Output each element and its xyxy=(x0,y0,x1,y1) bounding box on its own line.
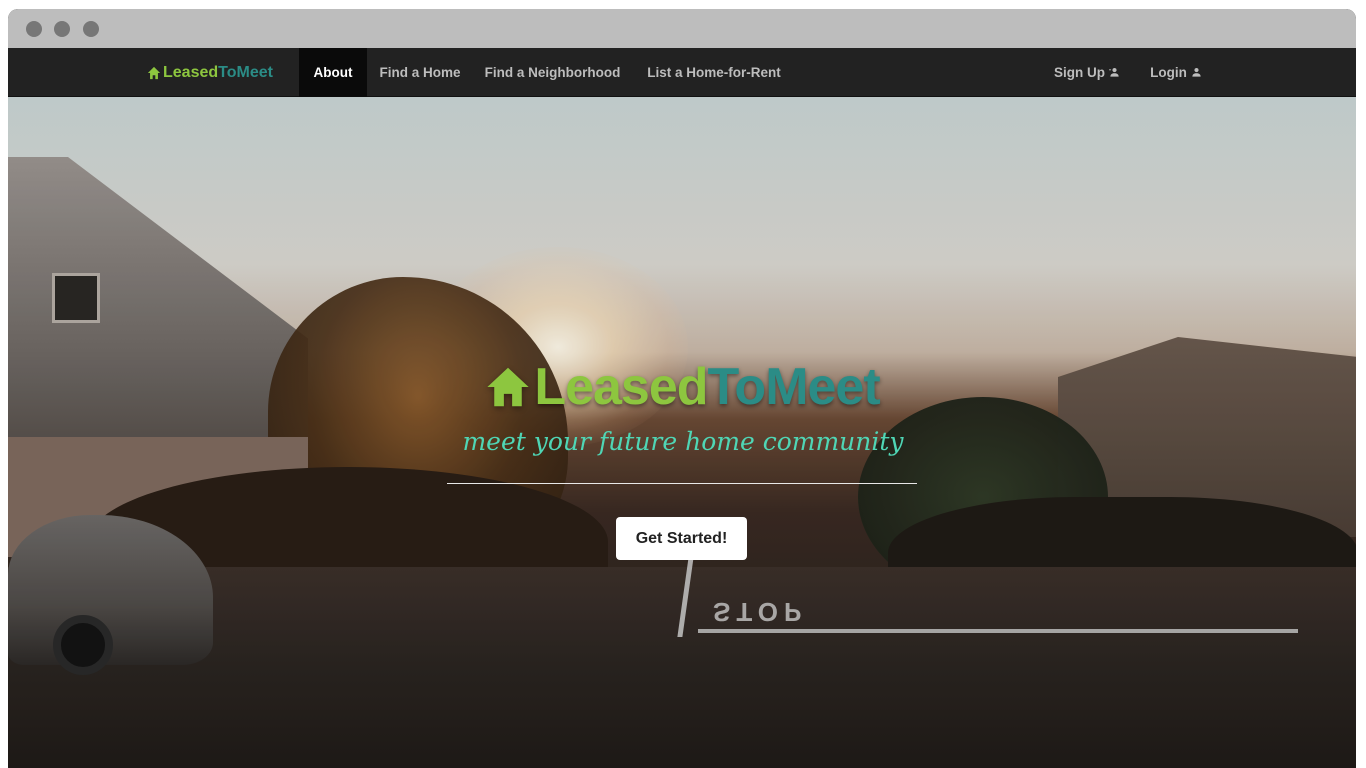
top-navbar: Leased ToMeet About Find a Home Find a Ne… xyxy=(8,48,1356,97)
home-icon xyxy=(487,367,529,407)
get-started-button[interactable]: Get Started! xyxy=(616,517,747,560)
hero-logo-tomeet: ToMeet xyxy=(707,358,881,416)
home-icon xyxy=(147,66,161,79)
hero-tagline: meet your future home community xyxy=(462,427,904,456)
login-link[interactable]: Login xyxy=(1141,48,1211,97)
window-titlebar xyxy=(8,9,1356,48)
hero-logo: Leased ToMeet xyxy=(468,353,898,421)
user-icon xyxy=(1192,68,1201,77)
brand-logo-link[interactable]: Leased ToMeet xyxy=(147,48,273,97)
user-plus-icon xyxy=(1109,68,1119,77)
window-minimize-dot[interactable] xyxy=(54,21,70,37)
sign-up-link[interactable]: Sign Up xyxy=(1047,48,1127,97)
window-maximize-dot[interactable] xyxy=(83,21,99,37)
brand-text-tomeet: ToMeet xyxy=(218,63,273,81)
brand-text-leased: Leased xyxy=(163,63,219,81)
nav-item-find-a-neighborhood[interactable]: Find a Neighborhood xyxy=(473,48,632,97)
browser-window: Leased ToMeet About Find a Home Find a Ne… xyxy=(8,9,1356,768)
nav-item-find-a-home[interactable]: Find a Home xyxy=(367,48,473,97)
hero-section: STOP Leased ToMeet meet your future home … xyxy=(8,97,1356,768)
hero-logo-leased: Leased xyxy=(534,358,708,416)
login-label: Login xyxy=(1150,65,1187,80)
hero-divider xyxy=(447,483,917,484)
sign-up-label: Sign Up xyxy=(1054,65,1105,80)
nav-item-list-a-home-for-rent[interactable]: List a Home-for-Rent xyxy=(632,48,796,97)
nav-item-about[interactable]: About xyxy=(299,48,367,97)
window-close-dot[interactable] xyxy=(26,21,42,37)
